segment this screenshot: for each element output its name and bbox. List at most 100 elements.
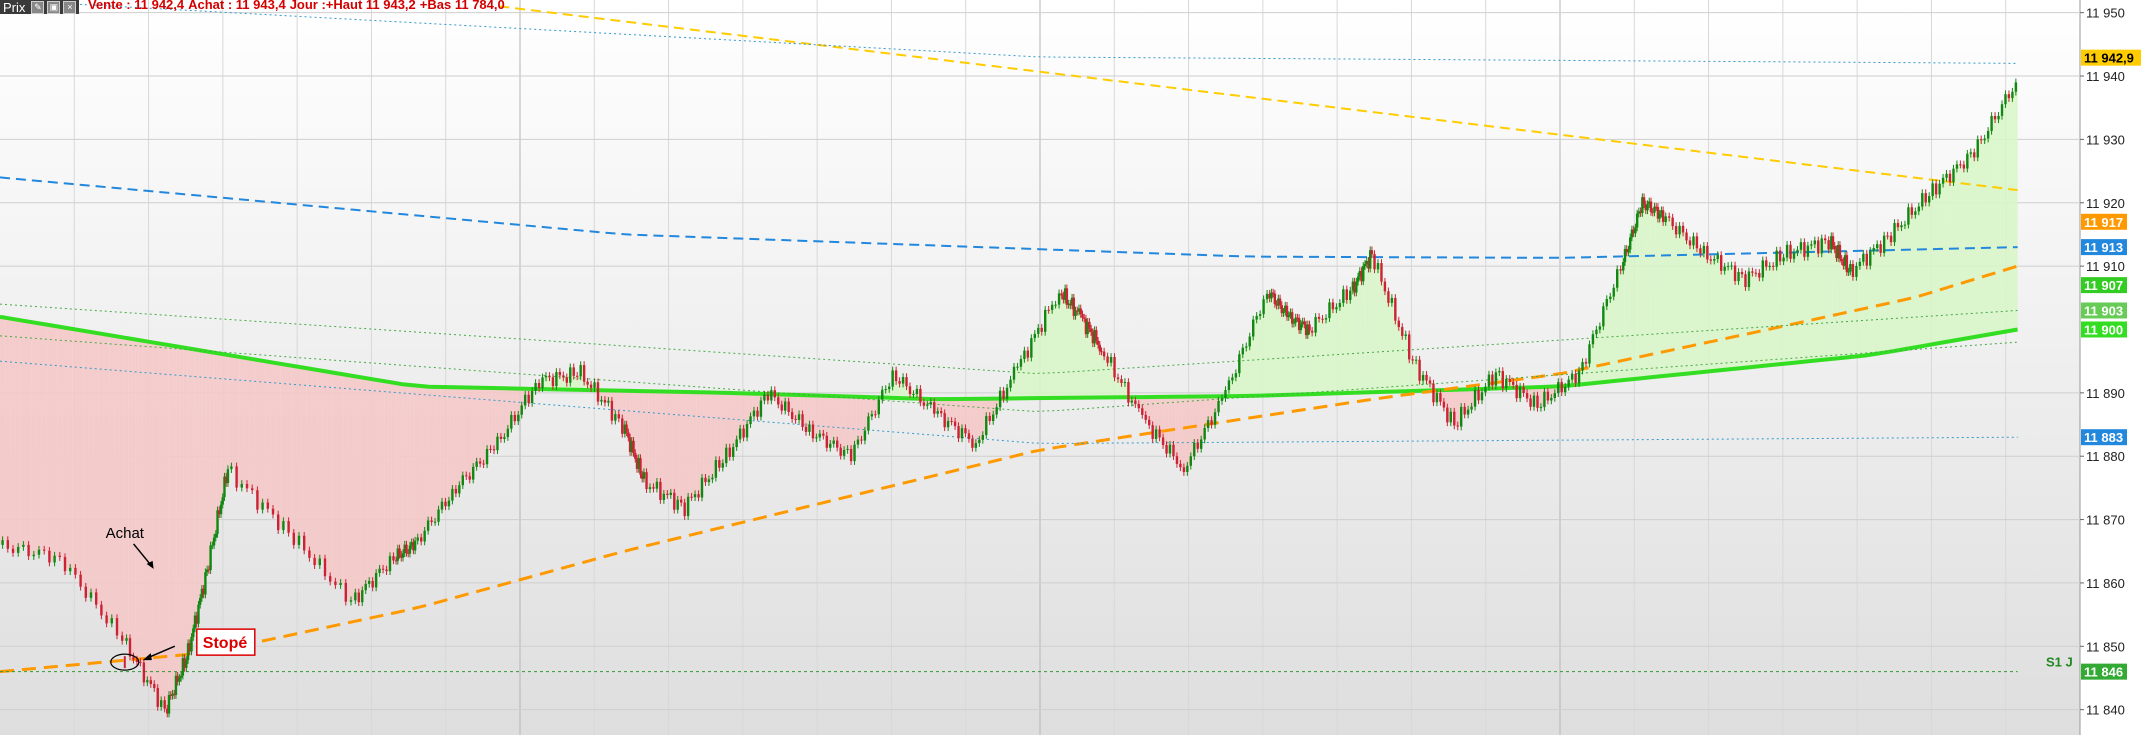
candle-body — [1079, 308, 1082, 315]
y-tick-label: 11 940 — [2086, 69, 2125, 84]
cloud-segment-above — [1924, 193, 1928, 346]
cloud-segment-below — [669, 391, 673, 496]
candle-body — [1567, 379, 1570, 387]
candle-body — [1148, 419, 1151, 426]
cloud-segment-below — [109, 335, 115, 624]
cloud-segment-below — [57, 326, 63, 558]
cloud-segment-below — [488, 387, 493, 450]
cloud-segment-above — [1716, 255, 1720, 371]
price-badge-label: 11 942,9 — [2084, 51, 2134, 66]
candle-body — [132, 656, 135, 660]
cloud-segment-below — [655, 391, 659, 489]
cloud-segment-above — [1648, 201, 1651, 378]
candle-body — [579, 365, 582, 377]
cloud-segment-below — [213, 352, 215, 546]
cloud-segment-above — [1757, 272, 1762, 367]
candle-body — [401, 553, 405, 558]
cloud-segment-above — [1605, 299, 1609, 382]
cloud-segment-above — [1816, 240, 1820, 361]
stop-label: Stopé — [203, 635, 248, 652]
buy-label: Achat — [106, 525, 145, 542]
cloud-segment-below — [374, 379, 378, 588]
candle-body — [1189, 456, 1192, 466]
candle-body — [1681, 225, 1685, 233]
candle-body — [1206, 420, 1210, 429]
candle-body — [1754, 272, 1758, 274]
candle-body — [1060, 293, 1063, 296]
candle-body — [1449, 411, 1452, 423]
candle-body — [738, 428, 742, 440]
candle-body — [1546, 391, 1550, 401]
cloud-segment-above — [1414, 359, 1418, 391]
candle-body — [1849, 264, 1852, 272]
candle-body — [17, 546, 20, 553]
cloud-segment-above — [1688, 240, 1692, 374]
candle-body — [6, 540, 9, 549]
candle-body — [860, 439, 863, 441]
cloud-segment-below — [693, 392, 697, 498]
candle-body — [1026, 350, 1030, 358]
cloud-segment-below — [384, 381, 389, 572]
candle-body — [1536, 395, 1539, 408]
candle-body — [874, 414, 877, 416]
candle-body — [756, 410, 759, 417]
candle-body — [475, 461, 478, 467]
pencil-icon[interactable]: ✎ — [31, 0, 45, 14]
cloud-segment-below — [275, 362, 281, 531]
cloud-segment-above — [1655, 206, 1658, 377]
candle-body — [1005, 387, 1009, 399]
cloud-segment-below — [426, 386, 430, 531]
cloud-segment-below — [244, 357, 250, 489]
cloud-segment-above — [1826, 240, 1831, 360]
candle-body — [489, 448, 492, 450]
candle-body — [1241, 347, 1244, 355]
candle-body — [673, 492, 676, 510]
candle-body — [128, 638, 132, 657]
cloud-segment-above — [1674, 226, 1678, 375]
cloud-segment-below — [703, 392, 708, 483]
cloud-segment-below — [88, 331, 94, 598]
cloud-segment-above — [1258, 314, 1262, 396]
candle-body — [1370, 250, 1374, 255]
candle-body — [1380, 263, 1383, 282]
candle-body — [1480, 392, 1484, 401]
cloud-segment-above — [1618, 269, 1623, 381]
cloud-segment-below — [402, 384, 404, 558]
close-icon[interactable]: × — [63, 0, 77, 14]
candle-body — [125, 638, 128, 641]
cloud-segment-above — [1653, 206, 1656, 378]
cloud-segment-below — [332, 372, 338, 586]
candle-body — [292, 532, 295, 545]
candle-body — [1539, 407, 1543, 409]
candle-body — [478, 461, 482, 464]
candle-body — [1789, 244, 1792, 259]
price-badge-label: 11 917 — [2084, 215, 2123, 230]
cloud-segment-below — [464, 387, 468, 477]
y-tick-label: 11 910 — [2086, 259, 2125, 274]
price-badge-label: 11 907 — [2084, 278, 2123, 293]
candle-body — [1168, 444, 1172, 454]
candle-body — [192, 628, 195, 638]
cloud-segment-below — [124, 337, 129, 641]
candle-body — [1179, 463, 1182, 468]
candle-body — [901, 377, 905, 384]
cloud-segment-above — [1764, 260, 1768, 366]
candle-body — [1577, 370, 1581, 384]
candle-body — [84, 586, 87, 598]
settings-icon[interactable]: ▣ — [47, 0, 61, 14]
candle-body — [32, 554, 35, 557]
candle-body — [1847, 271, 1850, 273]
candle-body — [1100, 351, 1103, 353]
cloud-segment-below — [270, 362, 276, 515]
candle-body — [79, 574, 82, 587]
candle-body — [1609, 296, 1612, 300]
cloud-segment-below — [291, 365, 297, 545]
candle-body — [115, 618, 119, 636]
candle-body — [784, 401, 787, 411]
candle-body — [1765, 260, 1768, 267]
candle-body — [1144, 414, 1147, 420]
candle-body — [105, 615, 108, 624]
cloud-segment-below — [26, 321, 32, 557]
candle-body — [1186, 465, 1189, 473]
candle-body — [472, 466, 475, 480]
